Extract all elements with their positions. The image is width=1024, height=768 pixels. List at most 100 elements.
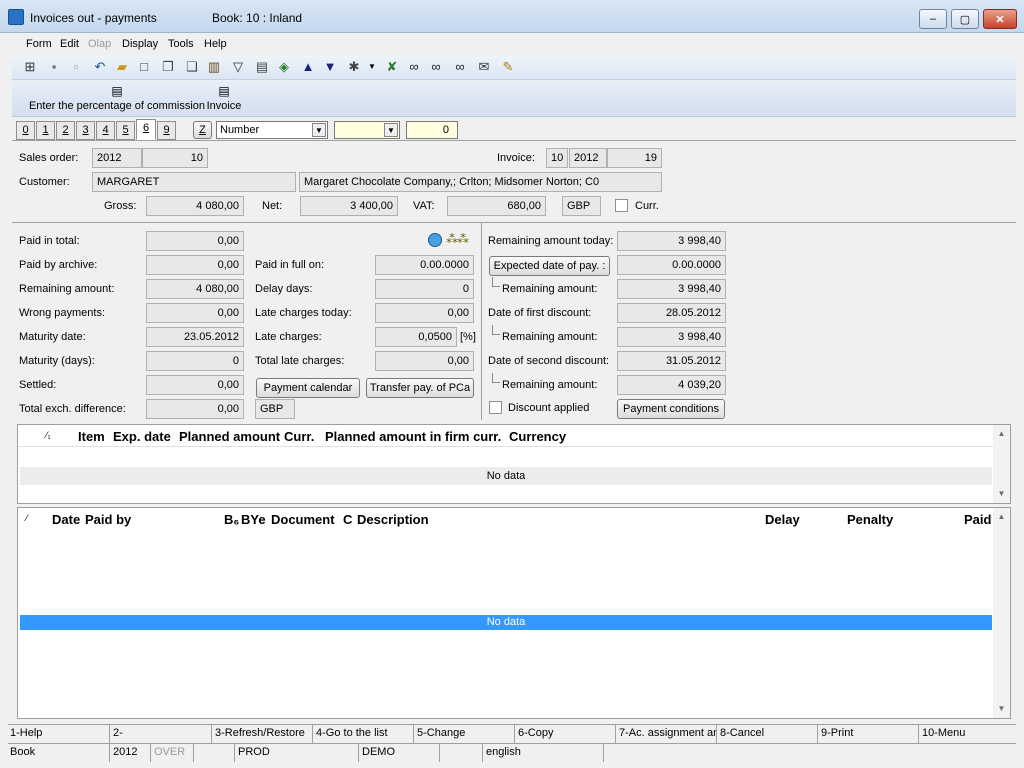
search-select[interactable]: ▼ bbox=[334, 121, 400, 139]
column-header[interactable]: Document bbox=[271, 512, 335, 527]
wrong-payments-field[interactable]: 0,00 bbox=[146, 303, 244, 323]
count-field[interactable]: 0 bbox=[406, 121, 458, 139]
total-late-charges-field[interactable]: 0,00 bbox=[375, 351, 474, 371]
remaining-amount-3-field[interactable]: 4 039,20 bbox=[617, 375, 726, 395]
column-header[interactable]: Date bbox=[52, 512, 80, 527]
copy-icon[interactable]: ❐ bbox=[160, 59, 176, 75]
find-prev-icon[interactable]: ∞ bbox=[452, 59, 468, 75]
fkey-2[interactable]: 2- bbox=[111, 725, 212, 743]
sales-order-number[interactable]: 10 bbox=[142, 148, 208, 168]
tree-icon[interactable]: ⊞ bbox=[22, 59, 38, 75]
scroll-up-icon[interactable]: ▲ bbox=[993, 512, 1010, 521]
transfer-payments-button[interactable]: Transfer pay. of PCa bbox=[366, 378, 474, 398]
expected-date-field[interactable]: 0.00.0000 bbox=[617, 255, 726, 275]
late-charges-field[interactable]: 0,0500 bbox=[375, 327, 457, 347]
tab-0[interactable]: 0 bbox=[16, 121, 35, 140]
invoice-year[interactable]: 2012 bbox=[569, 148, 607, 168]
title-bar[interactable]: Invoices out - payments Book: 10 : Inlan… bbox=[0, 0, 1024, 33]
fkey-refresh[interactable]: 3-Refresh/Restore bbox=[213, 725, 313, 743]
tab-3[interactable]: 3 bbox=[76, 121, 95, 140]
total-exch-field[interactable]: 0,00 bbox=[146, 399, 244, 419]
excel-icon[interactable]: ✘ bbox=[384, 59, 400, 75]
remaining-amount-field[interactable]: 4 080,00 bbox=[146, 279, 244, 299]
customer-code[interactable]: MARGARET bbox=[92, 172, 296, 192]
fkey-menu[interactable]: 10-Menu bbox=[920, 725, 1016, 743]
book-icon[interactable]: ▥ bbox=[206, 59, 222, 75]
open-folder-icon[interactable]: ▰ bbox=[114, 59, 130, 75]
fkey-copy[interactable]: 6-Copy bbox=[516, 725, 616, 743]
gross-value[interactable]: 4 080,00 bbox=[146, 196, 244, 216]
curr-checkbox[interactable] bbox=[615, 199, 628, 212]
first-discount-field[interactable]: 28.05.2012 bbox=[617, 303, 726, 323]
notes-icon[interactable]: ✎ bbox=[500, 59, 516, 75]
report-icon[interactable]: ▤ bbox=[254, 59, 270, 75]
column-header[interactable]: Description bbox=[357, 512, 429, 527]
fkey-account-assignment[interactable]: 7-Ac. assignment an bbox=[617, 725, 717, 743]
invoice-book[interactable]: 10 bbox=[546, 148, 568, 168]
mail-icon[interactable]: ✉ bbox=[476, 59, 492, 75]
maturity-date-field[interactable]: 23.05.2012 bbox=[146, 327, 244, 347]
discount-applied-checkbox[interactable] bbox=[489, 401, 502, 414]
delay-days-field[interactable]: 0 bbox=[375, 279, 474, 299]
column-header[interactable]: Paid bbox=[964, 512, 991, 527]
scroll-down-icon[interactable]: ▼ bbox=[993, 489, 1010, 498]
arrow-up-icon[interactable]: ▲ bbox=[300, 59, 316, 75]
currency-field[interactable]: GBP bbox=[562, 196, 601, 216]
enter-commission-button[interactable]: ▤ Enter the percentage of commission bbox=[24, 84, 210, 112]
paste-icon[interactable]: ❏ bbox=[184, 59, 200, 75]
tab-6[interactable]: 6 bbox=[136, 119, 156, 140]
menu-form[interactable]: Form bbox=[26, 38, 52, 50]
tab-5[interactable]: 5 bbox=[116, 121, 135, 140]
paid-by-archive-field[interactable]: 0,00 bbox=[146, 255, 244, 275]
z-button[interactable]: Z bbox=[193, 121, 212, 139]
sort-select[interactable]: Number ▼ bbox=[216, 121, 328, 139]
invoice-button[interactable]: ▤ Invoice bbox=[204, 84, 244, 112]
fkey-go-to-list[interactable]: 4-Go to the list bbox=[314, 725, 414, 743]
column-header[interactable]: B₆ bbox=[224, 512, 239, 527]
column-header[interactable]: Exp. date bbox=[113, 429, 171, 444]
column-header[interactable]: Delay bbox=[765, 512, 800, 527]
vat-value[interactable]: 680,00 bbox=[447, 196, 546, 216]
payments-grid[interactable]: ⁄ Date Paid by B₆ BYe Document C Descrip… bbox=[17, 507, 1011, 719]
tab-4[interactable]: 4 bbox=[96, 121, 115, 140]
column-header[interactable]: C bbox=[343, 512, 352, 527]
total-exch-currency[interactable]: GBP bbox=[255, 399, 295, 419]
column-header[interactable]: Currency bbox=[509, 429, 566, 444]
remaining-amount-2-field[interactable]: 3 998,40 bbox=[617, 327, 726, 347]
save-icon[interactable]: ▪ bbox=[46, 59, 62, 75]
fkey-change[interactable]: 5-Change bbox=[415, 725, 515, 743]
expected-date-button[interactable]: Expected date of pay. : bbox=[489, 256, 610, 276]
scroll-down-icon[interactable]: ▼ bbox=[993, 704, 1010, 713]
planned-payments-grid[interactable]: ⁄₁ Item Exp. date Planned amount Curr. P… bbox=[17, 424, 1011, 504]
binoculars-icon[interactable]: ∞ bbox=[406, 59, 422, 75]
find-next-icon[interactable]: ∞ bbox=[428, 59, 444, 75]
customer-name[interactable]: Margaret Chocolate Company,; Crlton; Mid… bbox=[299, 172, 662, 192]
payment-calendar-button[interactable]: Payment calendar bbox=[256, 378, 360, 398]
menu-help[interactable]: Help bbox=[204, 38, 227, 50]
column-header[interactable]: Paid by bbox=[85, 512, 131, 527]
fkey-help[interactable]: 1-Help bbox=[8, 725, 110, 743]
tab-9[interactable]: 9 bbox=[157, 121, 176, 140]
payment-conditions-button[interactable]: Payment conditions bbox=[617, 399, 725, 419]
close-button[interactable]: ✕ bbox=[983, 9, 1017, 29]
minimize-button[interactable]: – bbox=[919, 9, 947, 29]
second-discount-field[interactable]: 31.05.2012 bbox=[617, 351, 726, 371]
undo-icon[interactable]: ↶ bbox=[92, 59, 108, 75]
sort-marker[interactable]: ⁄₁ bbox=[46, 430, 51, 440]
dropdown-icon[interactable]: ▼ bbox=[364, 59, 380, 75]
sales-order-year[interactable]: 2012 bbox=[92, 148, 142, 168]
vertical-scrollbar[interactable]: ▲ ▼ bbox=[993, 425, 1010, 503]
column-header[interactable]: BYe bbox=[241, 512, 266, 527]
arrow-down-icon[interactable]: ▼ bbox=[322, 59, 338, 75]
paid-in-total-field[interactable]: 0,00 bbox=[146, 231, 244, 251]
settled-field[interactable]: 0,00 bbox=[146, 375, 244, 395]
tab-2[interactable]: 2 bbox=[56, 121, 75, 140]
paid-in-full-field[interactable]: 0.00.0000 bbox=[375, 255, 474, 275]
column-header[interactable]: Curr. bbox=[284, 429, 314, 444]
save-as-icon[interactable]: ▫ bbox=[68, 59, 84, 75]
late-charges-today-field[interactable]: 0,00 bbox=[375, 303, 474, 323]
menu-olap[interactable]: Olap bbox=[88, 38, 111, 50]
remaining-today-field[interactable]: 3 998,40 bbox=[617, 231, 726, 251]
remaining-amount-1-field[interactable]: 3 998,40 bbox=[617, 279, 726, 299]
column-header[interactable]: Penalty bbox=[847, 512, 893, 527]
